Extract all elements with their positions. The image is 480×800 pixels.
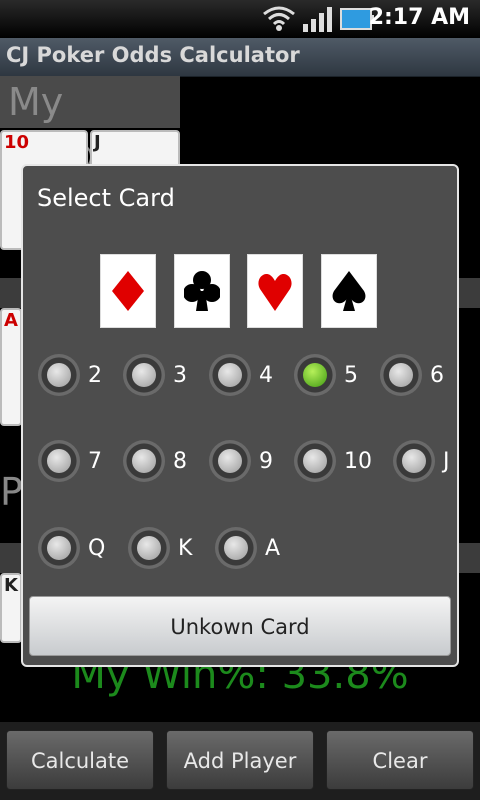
- rank-label: 2: [88, 363, 102, 388]
- radio-button[interactable]: [128, 527, 170, 569]
- background-partial-text: P: [0, 470, 23, 514]
- calculate-button[interactable]: Calculate: [6, 730, 154, 790]
- background-card-rank: K: [4, 575, 18, 596]
- add-player-button[interactable]: Add Player: [166, 730, 314, 790]
- background-card[interactable]: K: [0, 573, 22, 643]
- rank-label: A: [265, 536, 281, 561]
- wifi-icon: [263, 6, 295, 31]
- radio-button-selected[interactable]: [294, 354, 336, 396]
- rank-label: 9: [259, 449, 273, 474]
- radio-button[interactable]: [123, 440, 165, 482]
- my-cards-header: My Cards: [0, 76, 180, 176]
- status-bar: 2:17 AM: [0, 0, 480, 38]
- suit-heart-button[interactable]: [247, 254, 303, 328]
- club-icon: [184, 271, 220, 311]
- app-title: CJ Poker Odds Calculator: [6, 43, 300, 67]
- background-card-rank: A: [4, 310, 18, 331]
- radio-button[interactable]: [393, 440, 435, 482]
- unknown-card-button[interactable]: Unkown Card: [29, 596, 451, 656]
- rank-label: K: [178, 536, 193, 561]
- rank-label: 7: [88, 449, 102, 474]
- suit-club-button[interactable]: [174, 254, 230, 328]
- rank-label: 6: [430, 363, 444, 388]
- clear-button[interactable]: Clear: [326, 730, 474, 790]
- select-card-dialog: Select Card 2 3 4 5 6 7 8 9 10 J Q K A U…: [21, 164, 459, 667]
- rank-label: Q: [88, 536, 106, 561]
- rank-label: J: [443, 449, 450, 474]
- radio-button[interactable]: [209, 440, 251, 482]
- rank-label: 3: [173, 363, 187, 388]
- radio-button[interactable]: [215, 527, 257, 569]
- radio-button[interactable]: [209, 354, 251, 396]
- app-title-bar: CJ Poker Odds Calculator: [0, 38, 480, 77]
- rank-label: 4: [259, 363, 273, 388]
- status-time: 2:17 AM: [368, 5, 470, 30]
- signal-icon: [303, 7, 332, 32]
- rank-label: 10: [344, 449, 372, 474]
- background-card[interactable]: A: [0, 308, 22, 426]
- radio-button[interactable]: [123, 354, 165, 396]
- heart-icon: [258, 274, 292, 311]
- spade-icon: [332, 271, 366, 311]
- suit-diamond-button[interactable]: [100, 254, 156, 328]
- radio-button[interactable]: [38, 354, 80, 396]
- diamond-icon: [112, 271, 144, 311]
- radio-button[interactable]: [294, 440, 336, 482]
- background-card-rank: 10: [4, 132, 30, 153]
- radio-button[interactable]: [380, 354, 422, 396]
- radio-button[interactable]: [38, 440, 80, 482]
- rank-label: 5: [344, 363, 358, 388]
- background-card-rank: J: [94, 132, 101, 153]
- dialog-title: Select Card: [37, 184, 175, 212]
- rank-label: 8: [173, 449, 187, 474]
- radio-button[interactable]: [38, 527, 80, 569]
- suit-spade-button[interactable]: [321, 254, 377, 328]
